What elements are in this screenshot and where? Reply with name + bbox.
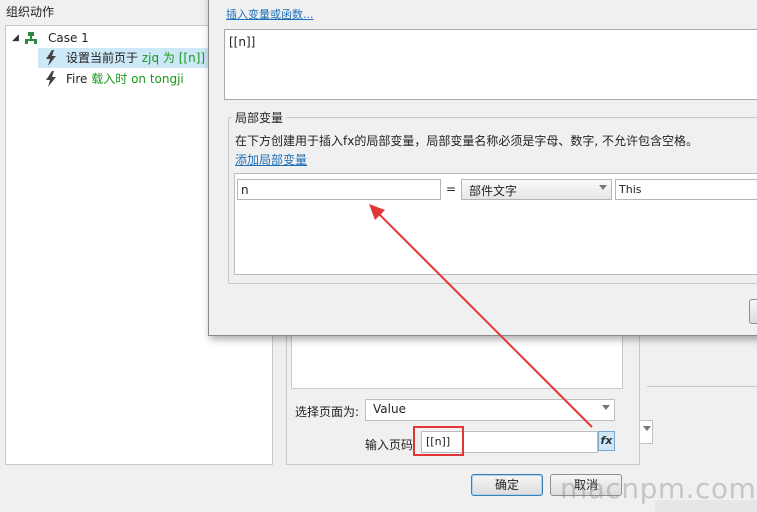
annotation-arrow — [369, 204, 593, 428]
watermark: macnpm.com — [560, 472, 757, 505]
